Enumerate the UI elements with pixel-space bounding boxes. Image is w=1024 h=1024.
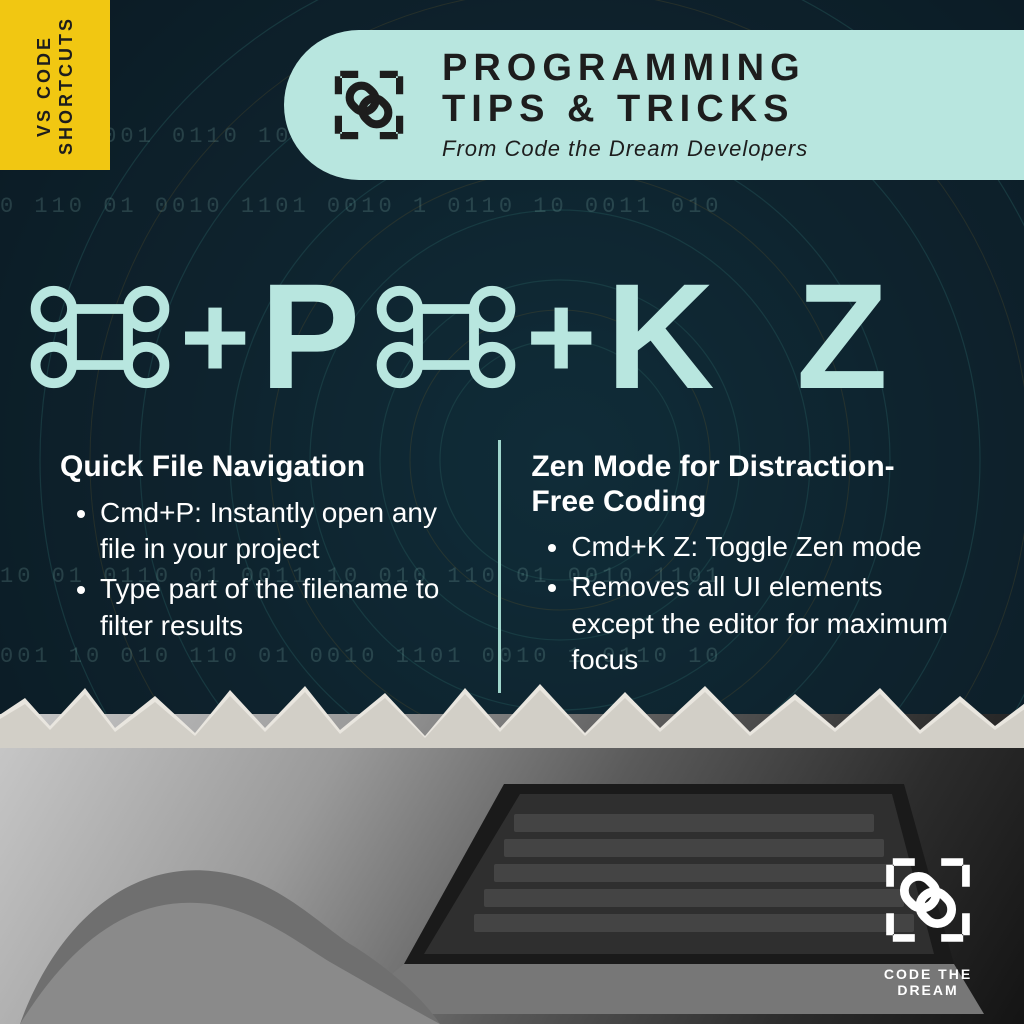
right-heading: Zen Mode for Distraction-Free Coding (531, 450, 954, 519)
shortcut-keys-right: K Z (606, 250, 908, 423)
chain-link-icon (324, 60, 414, 150)
tag-line-1: VS CODE (34, 34, 54, 136)
category-tag: VS CODE SHORTCUTS (0, 0, 110, 170)
torn-paper-edge (0, 678, 1024, 748)
list-item: Cmd+P: Instantly open any file in your p… (100, 495, 468, 568)
shortcut-left: + P (30, 250, 356, 423)
brand-name: CODE THE DREAM (858, 966, 998, 998)
header-subtitle: From Code the Dream Developers (442, 136, 808, 162)
brand-badge: CODE THE DREAM (858, 845, 998, 998)
descriptions: Quick File Navigation Cmd+P: Instantly o… (50, 440, 984, 693)
header-title: PROGRAMMING TIPS & TRICKS (442, 48, 808, 130)
plus-symbol: + (526, 268, 596, 406)
shortcut-keys-left: P (260, 250, 356, 423)
header-banner: PROGRAMMING TIPS & TRICKS From Code the … (284, 30, 1024, 180)
command-key-icon (30, 267, 170, 407)
tag-line-2: SHORTCUTS (56, 16, 76, 155)
left-heading: Quick File Navigation (60, 450, 468, 485)
chain-link-icon (873, 845, 983, 955)
plus-symbol: + (180, 268, 250, 406)
list-item: Removes all UI elements except the edito… (571, 569, 954, 678)
shortcut-display: + P + K Z (30, 250, 994, 423)
hand-illustration (20, 794, 440, 1024)
shortcut-right: + K Z (376, 250, 908, 423)
command-key-icon (376, 267, 516, 407)
list-item: Cmd+K Z: Toggle Zen mode (571, 529, 954, 565)
description-right: Zen Mode for Distraction-Free Coding Cmd… (498, 440, 984, 693)
description-left: Quick File Navigation Cmd+P: Instantly o… (50, 440, 498, 693)
list-item: Type part of the filename to filter resu… (100, 571, 468, 644)
infographic-canvas: 01 10 001 0110 1001 001 10 0101 110 0010… (0, 0, 1024, 1024)
